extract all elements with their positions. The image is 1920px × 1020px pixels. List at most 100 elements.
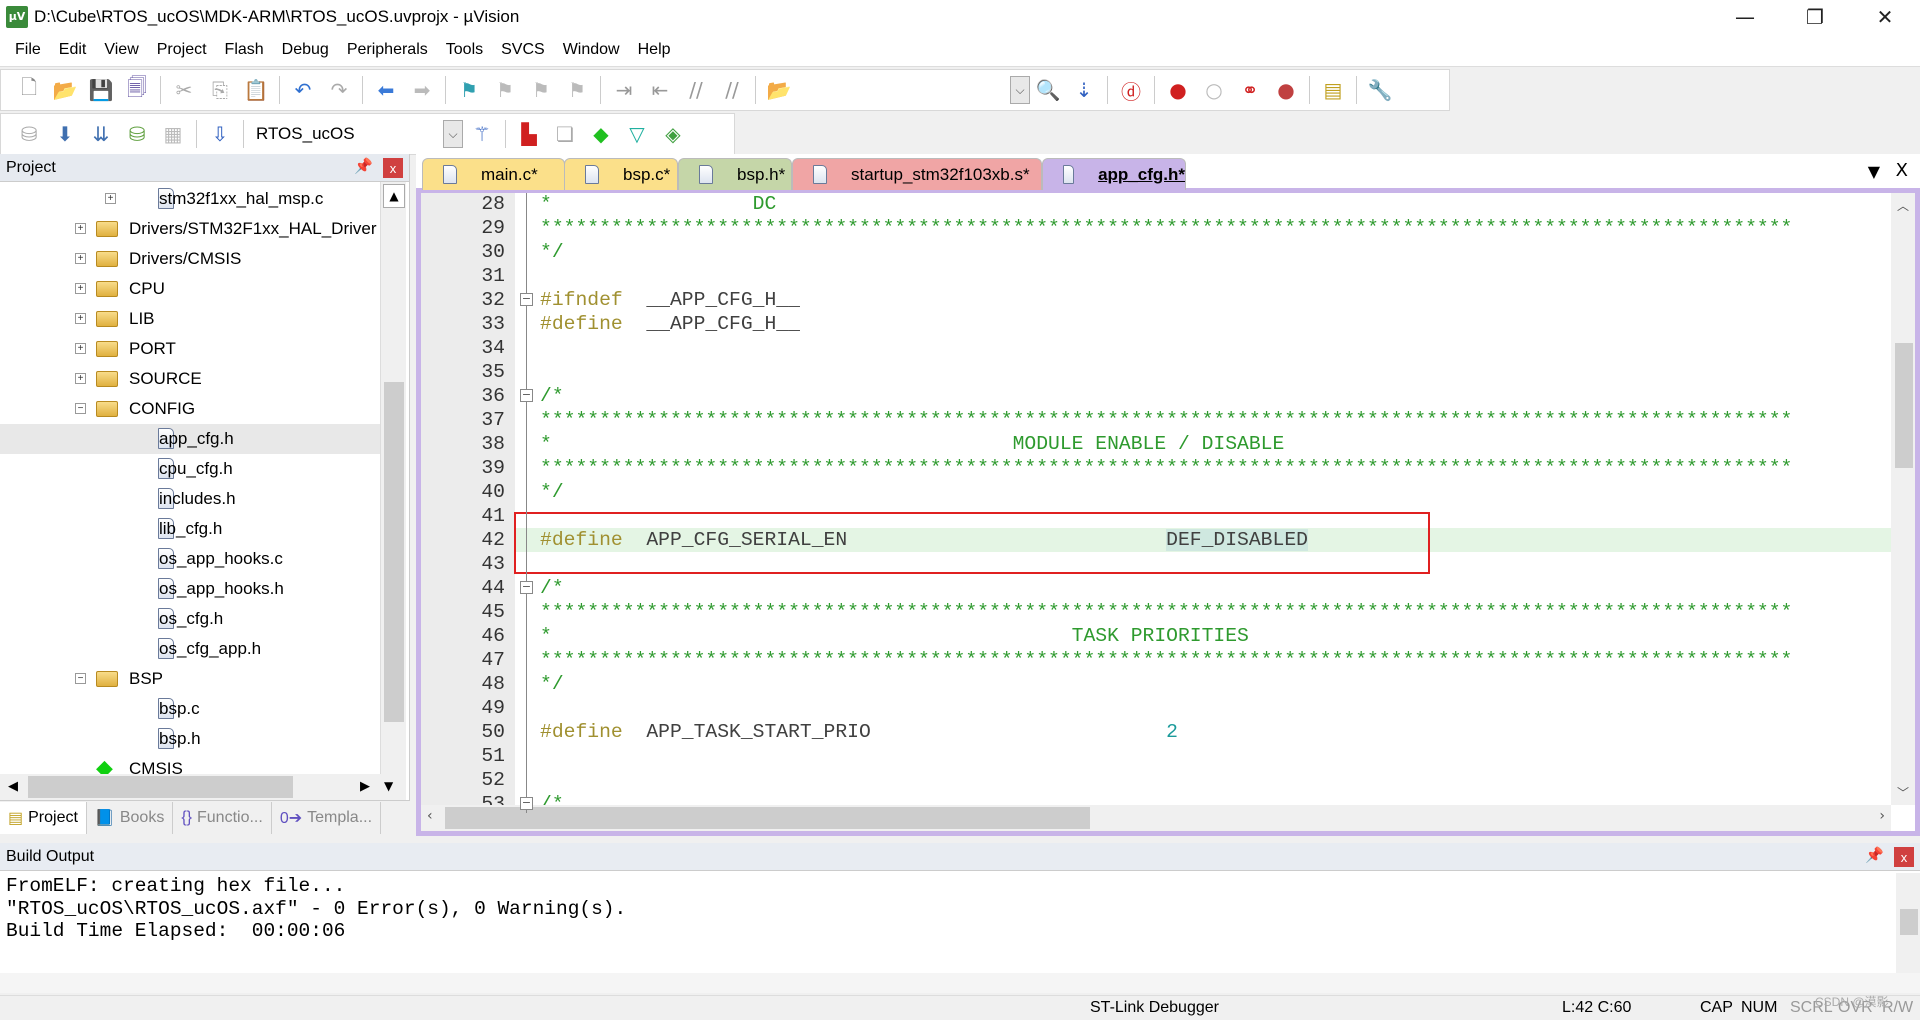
manage-multi-project-icon[interactable]: ❏ bbox=[550, 119, 580, 149]
menu-help[interactable]: Help bbox=[629, 41, 680, 59]
navigate-back-icon[interactable]: ⬅ bbox=[371, 75, 401, 105]
window-layout-icon[interactable]: ▤ bbox=[1318, 75, 1348, 105]
next-bookmark-icon[interactable]: ⚑ bbox=[526, 75, 556, 105]
cut-icon[interactable]: ✂ bbox=[169, 75, 199, 105]
build-output-text[interactable]: FromELF: creating hex file... "RTOS_ucOS\… bbox=[0, 873, 1890, 973]
unindent-icon[interactable]: ⇤ bbox=[645, 75, 675, 105]
open-file-icon[interactable]: 📂 bbox=[50, 75, 80, 105]
code-line[interactable]: 46 * TASK PRIORITIES bbox=[421, 624, 1881, 648]
code-line[interactable]: 32 #ifndef __APP_CFG_H__ bbox=[421, 288, 1881, 312]
tab-list-dropdown[interactable]: ▼ bbox=[1868, 162, 1880, 181]
prev-bookmark-icon[interactable]: ⚑ bbox=[490, 75, 520, 105]
editor-hscroll-thumb[interactable] bbox=[445, 807, 1090, 829]
code-line[interactable]: 39 **************************************… bbox=[421, 456, 1881, 480]
disable-all-breakpoints-icon[interactable]: ⚭ bbox=[1235, 75, 1265, 105]
options-for-target-icon[interactable]: ⚚ bbox=[467, 119, 497, 149]
fold-collapse-icon[interactable]: − bbox=[520, 581, 533, 594]
close-tab-button[interactable]: X bbox=[1896, 160, 1908, 181]
code-line[interactable]: 38 * MODULE ENABLE / DISABLE bbox=[421, 432, 1881, 456]
collapse-icon[interactable]: − bbox=[75, 673, 86, 684]
tree-item[interactable]: cpu_cfg.h bbox=[0, 454, 380, 484]
kill-all-breakpoints-icon[interactable]: ● bbox=[1271, 75, 1301, 105]
tab-templa[interactable]: 0➔ Templa... bbox=[272, 801, 382, 834]
pin-icon[interactable]: 📌 bbox=[354, 157, 373, 175]
menu-flash[interactable]: Flash bbox=[216, 41, 273, 59]
code-line[interactable]: 50 #define APP_TASK_START_PRIO 2 bbox=[421, 720, 1881, 744]
translate-icon[interactable]: ⛁ bbox=[14, 119, 44, 149]
editor-horizontal-scrollbar[interactable]: ‹ › bbox=[421, 805, 1891, 831]
editor-vertical-scrollbar[interactable]: ︿ ﹀ bbox=[1891, 193, 1915, 805]
code-line[interactable]: 51 bbox=[421, 744, 1881, 768]
disable-breakpoint-icon[interactable]: ○ bbox=[1199, 75, 1229, 105]
tree-hscroll-thumb[interactable] bbox=[28, 776, 293, 798]
pack-installer-icon[interactable]: ◈ bbox=[658, 119, 688, 149]
build-vertical-scrollbar[interactable] bbox=[1896, 873, 1920, 973]
fold-collapse-icon[interactable]: − bbox=[520, 293, 533, 306]
build-icon[interactable]: ⬇ bbox=[50, 119, 80, 149]
expand-icon[interactable]: + bbox=[75, 313, 86, 324]
bookmark-icon[interactable]: ⚑ bbox=[454, 75, 484, 105]
expand-icon[interactable]: + bbox=[75, 223, 86, 234]
tree-item[interactable]: + Drivers/CMSIS bbox=[0, 244, 380, 274]
file-tab[interactable]: bsp.h* bbox=[678, 158, 792, 190]
file-tab[interactable]: app_cfg.h* bbox=[1042, 158, 1186, 190]
breakpoint-icon[interactable]: ● bbox=[1163, 75, 1193, 105]
menu-file[interactable]: File bbox=[6, 41, 50, 59]
code-line[interactable]: 30 */ bbox=[421, 240, 1881, 264]
tree-item[interactable]: os_app_hooks.h bbox=[0, 574, 380, 604]
tree-item[interactable]: includes.h bbox=[0, 484, 380, 514]
expand-icon[interactable]: + bbox=[75, 373, 86, 384]
navigate-forward-icon[interactable]: ➡ bbox=[407, 75, 437, 105]
code-line[interactable]: 48 */ bbox=[421, 672, 1881, 696]
minimize-button[interactable]: — bbox=[1710, 0, 1780, 33]
tree-item[interactable]: lib_cfg.h bbox=[0, 514, 380, 544]
expand-icon[interactable]: + bbox=[105, 193, 116, 204]
paste-icon[interactable]: 📋 bbox=[241, 75, 271, 105]
tree-item[interactable]: os_app_hooks.c bbox=[0, 544, 380, 574]
tree-item[interactable]: os_cfg_app.h bbox=[0, 634, 380, 664]
code-line[interactable]: 35 bbox=[421, 360, 1881, 384]
scroll-down-button[interactable]: ▼ bbox=[384, 779, 393, 793]
code-line[interactable]: 45 **************************************… bbox=[421, 600, 1881, 624]
close-button[interactable]: ✕ bbox=[1850, 0, 1920, 33]
tree-item[interactable]: os_cfg.h bbox=[0, 604, 380, 634]
menu-svcs[interactable]: SVCS bbox=[492, 41, 554, 59]
configure-icon[interactable]: 🔧 bbox=[1365, 75, 1395, 105]
scroll-right-button[interactable]: ▶ bbox=[360, 779, 370, 794]
menu-tools[interactable]: Tools bbox=[437, 41, 492, 59]
load-icon[interactable]: ⇩ bbox=[205, 119, 235, 149]
stop-build-icon[interactable]: ▦ bbox=[158, 119, 188, 149]
file-extensions-icon[interactable]: ▙ bbox=[514, 119, 544, 149]
copy-icon[interactable]: ⎘ bbox=[205, 75, 235, 105]
menu-project[interactable]: Project bbox=[148, 41, 216, 59]
code-line[interactable]: 28 * DC bbox=[421, 193, 1881, 216]
tree-item[interactable]: ◆ CMSIS bbox=[0, 754, 380, 774]
code-line[interactable]: 37 **************************************… bbox=[421, 408, 1881, 432]
find-combo-dropdown[interactable]: ⌵ bbox=[1010, 76, 1030, 104]
file-tab[interactable]: startup_stm32f103xb.s* bbox=[792, 158, 1042, 190]
scroll-up-button[interactable]: ▲ bbox=[383, 184, 405, 208]
tree-item[interactable]: + Drivers/STM32F1xx_HAL_Driver bbox=[0, 214, 380, 244]
tab-functio[interactable]: {} Functio... bbox=[173, 801, 272, 834]
code-line[interactable]: 33 #define __APP_CFG_H__ bbox=[421, 312, 1881, 336]
undo-icon[interactable]: ↶ bbox=[288, 75, 318, 105]
menu-debug[interactable]: Debug bbox=[273, 41, 338, 59]
tab-project[interactable]: ▤ Project bbox=[0, 801, 87, 834]
expand-icon[interactable]: + bbox=[75, 343, 86, 354]
tree-item[interactable]: + PORT bbox=[0, 334, 380, 364]
restore-button[interactable]: ❐ bbox=[1780, 0, 1850, 33]
code-editor[interactable]: 28 * DC 29 ********************************… bbox=[416, 190, 1920, 836]
code-line[interactable]: 49 bbox=[421, 696, 1881, 720]
close-pane-button[interactable]: x bbox=[383, 158, 403, 178]
manage-run-time-environment-icon[interactable]: ◆ bbox=[586, 119, 616, 149]
tree-scroll-thumb[interactable] bbox=[384, 382, 404, 722]
expand-icon[interactable]: + bbox=[75, 283, 86, 294]
tree-item[interactable]: + SOURCE bbox=[0, 364, 380, 394]
target-dropdown-arrow[interactable]: ⌵ bbox=[443, 120, 463, 148]
pin-icon[interactable]: 📌 bbox=[1865, 846, 1884, 864]
rebuild-icon[interactable]: ⇊ bbox=[86, 119, 116, 149]
tree-item[interactable]: − BSP bbox=[0, 664, 380, 694]
save-icon[interactable]: 💾 bbox=[86, 75, 116, 105]
comment-icon[interactable]: // bbox=[681, 75, 711, 105]
editor-vscroll-thumb[interactable] bbox=[1895, 343, 1913, 468]
